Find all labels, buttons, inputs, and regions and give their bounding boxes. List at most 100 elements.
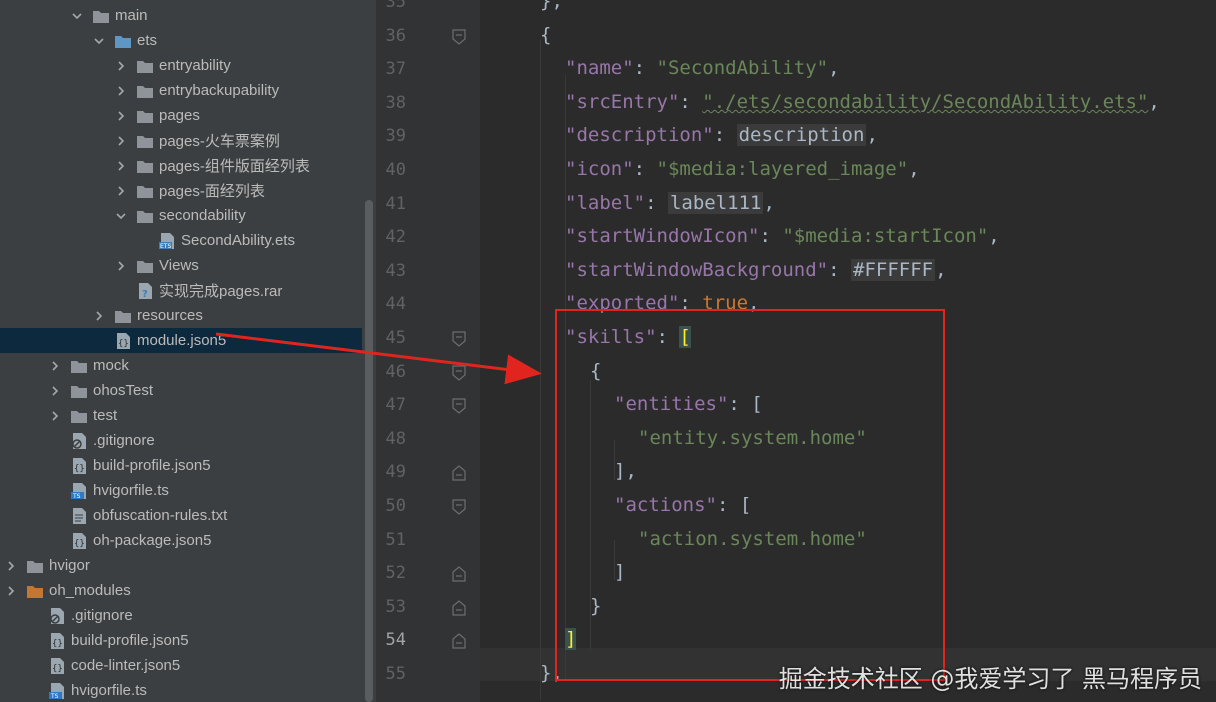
gitignore-file-icon [48,607,66,625]
tree-item-label: pages-面经列表 [159,183,265,200]
tree-scrollbar[interactable] [362,0,377,702]
fold-end-icon[interactable] [452,633,466,649]
tree-item[interactable]: entrybackupability [0,78,362,103]
code-line[interactable]: "description": description, [565,120,878,150]
tree-item[interactable]: Views [0,253,362,278]
chevron-right-icon[interactable] [114,109,128,123]
fold-start-icon[interactable] [452,364,466,381]
tree-item[interactable]: pages-火车票案例 [0,128,362,153]
line-number: 46 [385,361,406,382]
tree-item[interactable]: TS hvigorfile.ts [0,478,362,503]
json-file-icon: {} [70,532,88,550]
fold-start-icon[interactable] [452,28,466,45]
tree-item[interactable]: test [0,403,362,428]
project-tree[interactable]: main ets entryability entrybackupability pag… [0,0,362,702]
chevron-right-icon[interactable] [92,309,106,323]
typescript-file-icon: TS [70,482,88,500]
fold-start-icon[interactable] [452,398,466,414]
tree-item[interactable]: pages [0,103,362,128]
tree-item[interactable]: pages-面经列表 [0,178,362,203]
json-value: label111 [667,191,764,214]
fold-start-icon[interactable] [452,499,466,515]
tree-item[interactable]: mock [0,353,362,378]
tree-item-label: obfuscation-rules.txt [93,507,228,524]
tree-item[interactable]: secondability [0,203,362,228]
ets-file-icon: ETS [158,232,176,250]
fold-end-icon[interactable] [452,566,466,582]
code-line[interactable]: "startWindowIcon": "$media:startIcon", [565,221,1000,251]
chevron-right-icon[interactable] [114,159,128,173]
tree-item[interactable]: {} oh-package.json5 [0,528,362,553]
tree-item-label: SecondAbility.ets [181,232,295,249]
comma: , [988,225,1000,248]
chevron-right-icon[interactable] [114,134,128,148]
colon: : [633,57,657,80]
tree-item[interactable]: ETS SecondAbility.ets [0,228,362,253]
code-line[interactable]: }, [540,0,563,16]
chevron-down-icon[interactable] [114,209,128,223]
gitignore-file-icon [70,432,88,450]
tree-item[interactable]: ohosTest [0,378,362,403]
comma: , [908,158,920,180]
chevron-right-icon[interactable] [4,584,18,598]
colon: : [713,124,737,147]
tree-item[interactable]: TS hvigorfile.ts [0,678,362,702]
json-file-icon: {} [48,632,66,650]
chevron-right-icon[interactable] [114,184,128,198]
tree-item[interactable]: oh_modules [0,578,362,603]
tree-item[interactable]: resources [0,303,362,328]
fold-start-icon[interactable] [452,331,466,347]
tree-item[interactable]: {} build-profile.json5 [0,453,362,478]
tree-item-label: mock [93,357,129,374]
modules-folder-icon [26,582,44,600]
chevron-down-icon[interactable] [70,9,84,23]
chevron-right-icon[interactable] [48,359,62,373]
chevron-right-icon[interactable] [48,409,62,423]
highlight-box [555,309,945,681]
svg-text:{}: {} [74,464,85,474]
tree-item[interactable]: entryability [0,53,362,78]
comma: , [866,124,878,147]
tree-item[interactable]: .gitignore [0,428,362,453]
line-number: 49 [385,462,406,483]
tree-item[interactable]: {} build-profile.json5 [0,628,362,653]
svg-text:TS: TS [50,693,59,700]
tree-item[interactable]: {} module.json5 [0,328,362,353]
chevron-right-icon[interactable] [48,384,62,398]
line-number: 42 [385,227,406,248]
chevron-right-icon[interactable] [114,59,128,73]
comma: , [763,191,775,214]
code-line[interactable]: "label": label111, [565,188,775,218]
folder-icon [70,407,88,425]
code-line[interactable]: "startWindowBackground": #FFFFFF, [565,255,947,285]
tree-item[interactable]: ets [0,28,362,53]
code-line[interactable]: "name": "SecondAbility", [565,53,840,83]
tree-item[interactable]: main [0,3,362,28]
tree-scrollbar-thumb[interactable] [365,200,373,702]
tree-item[interactable]: pages-组件版面经列表 [0,153,362,178]
tree-item[interactable]: .gitignore [0,603,362,628]
json-value: description [736,124,867,147]
chevron-right-icon[interactable] [4,559,18,573]
colon: : [828,258,851,281]
comma: , [1148,90,1160,113]
fold-end-icon[interactable] [452,600,466,616]
tree-item[interactable]: ? 实现完成pages.rar [0,278,362,303]
tree-item-label: 实现完成pages.rar [159,283,283,300]
chevron-down-icon[interactable] [92,34,106,48]
chevron-right-icon[interactable] [114,259,128,273]
code-line[interactable]: "srcEntry": "./ets/secondability/SecondA… [565,87,1160,117]
indent-guide [540,40,541,700]
svg-text:{}: {} [52,664,63,674]
json-file-icon: {} [48,657,66,675]
chevron-right-icon[interactable] [114,84,128,98]
code-line[interactable]: { [540,20,551,50]
fold-end-icon[interactable] [452,465,466,481]
tree-item[interactable]: hvigor [0,553,362,578]
code-punctuation: { [540,23,552,46]
line-number: 52 [385,563,406,584]
tree-item[interactable]: {} code-linter.json5 [0,653,362,678]
code-line[interactable]: "icon": "$media:layered_image", [565,154,920,184]
tree-item[interactable]: obfuscation-rules.txt [0,503,362,528]
comma: , [935,258,947,281]
